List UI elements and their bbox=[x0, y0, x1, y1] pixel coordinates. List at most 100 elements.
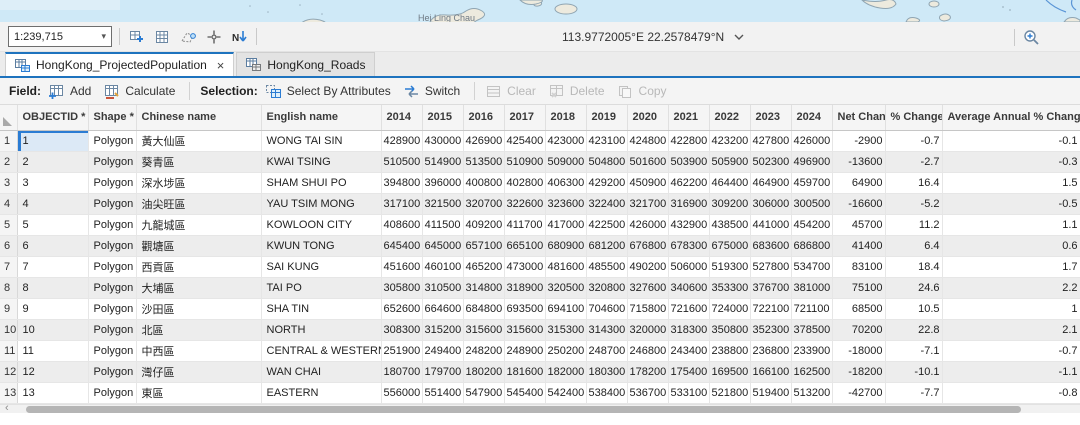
cell[interactable]: 中西區 bbox=[136, 340, 261, 361]
cell[interactable]: 536700 bbox=[627, 382, 668, 403]
cell[interactable]: 510900 bbox=[504, 151, 545, 172]
cell[interactable]: 175400 bbox=[668, 361, 709, 382]
cell[interactable]: 觀塘區 bbox=[136, 235, 261, 256]
scroll-left-icon[interactable]: ‹ bbox=[5, 402, 9, 414]
cell[interactable]: 1 bbox=[942, 298, 1080, 319]
cell[interactable]: 41400 bbox=[832, 235, 885, 256]
column-header[interactable]: % Change bbox=[885, 105, 942, 130]
cell[interactable]: CENTRAL & WESTERN bbox=[261, 340, 381, 361]
cell[interactable]: SHA TIN bbox=[261, 298, 381, 319]
cell[interactable]: TAI PO bbox=[261, 277, 381, 298]
cell[interactable]: 451600 bbox=[381, 256, 422, 277]
column-header[interactable]: 2020 bbox=[627, 105, 668, 130]
cell[interactable]: 169500 bbox=[709, 361, 750, 382]
map-scale-input[interactable]: 1:239,715 ▾ bbox=[8, 26, 112, 47]
cell[interactable]: Polygon bbox=[88, 382, 136, 403]
cell[interactable]: 1.5 bbox=[942, 172, 1080, 193]
cell[interactable]: -16600 bbox=[832, 193, 885, 214]
cell[interactable]: SAI KUNG bbox=[261, 256, 381, 277]
column-header[interactable]: English name bbox=[261, 105, 381, 130]
cell[interactable]: 652600 bbox=[381, 298, 422, 319]
cell[interactable]: Polygon bbox=[88, 298, 136, 319]
cell[interactable]: 664600 bbox=[422, 298, 463, 319]
cell[interactable]: 320000 bbox=[627, 319, 668, 340]
cell[interactable]: KOWLOON CITY bbox=[261, 214, 381, 235]
cell[interactable]: 721100 bbox=[791, 298, 832, 319]
cell[interactable]: Polygon bbox=[88, 277, 136, 298]
cell[interactable]: 309200 bbox=[709, 193, 750, 214]
cell[interactable]: SHAM SHUI PO bbox=[261, 172, 381, 193]
column-header[interactable]: 2023 bbox=[750, 105, 791, 130]
cell[interactable]: -0.1 bbox=[942, 130, 1080, 151]
cell[interactable]: 406300 bbox=[545, 172, 586, 193]
cell[interactable]: 0.6 bbox=[942, 235, 1080, 256]
cell[interactable]: 北區 bbox=[136, 319, 261, 340]
cell[interactable]: 496900 bbox=[791, 151, 832, 172]
cell[interactable]: 556000 bbox=[381, 382, 422, 403]
close-icon[interactable]: × bbox=[217, 58, 225, 73]
cell[interactable]: 308300 bbox=[381, 319, 422, 340]
cell[interactable]: 243400 bbox=[668, 340, 709, 361]
cell[interactable]: 10 bbox=[17, 319, 88, 340]
cell[interactable]: 油尖旺區 bbox=[136, 193, 261, 214]
cell[interactable]: 6.4 bbox=[885, 235, 942, 256]
cell[interactable]: 422800 bbox=[668, 130, 709, 151]
cell[interactable]: 429200 bbox=[586, 172, 627, 193]
cell[interactable]: 13 bbox=[17, 382, 88, 403]
cell[interactable]: 645400 bbox=[381, 235, 422, 256]
cell[interactable]: 547900 bbox=[463, 382, 504, 403]
cell[interactable]: 5 bbox=[17, 214, 88, 235]
cell[interactable]: -18000 bbox=[832, 340, 885, 361]
cell[interactable]: 519300 bbox=[709, 256, 750, 277]
column-header[interactable]: 2017 bbox=[504, 105, 545, 130]
column-header[interactable]: 2014 bbox=[381, 105, 422, 130]
row-selector[interactable]: 13 bbox=[0, 382, 17, 403]
copy-button[interactable]: Copy bbox=[617, 84, 667, 99]
row-selector[interactable]: 12 bbox=[0, 361, 17, 382]
cell[interactable]: -2900 bbox=[832, 130, 885, 151]
cell[interactable]: 473000 bbox=[504, 256, 545, 277]
cell[interactable]: Polygon bbox=[88, 193, 136, 214]
cell[interactable]: -7.1 bbox=[885, 340, 942, 361]
cell[interactable]: 665100 bbox=[504, 235, 545, 256]
cell[interactable]: Polygon bbox=[88, 130, 136, 151]
row-selector[interactable]: 3 bbox=[0, 172, 17, 193]
cell[interactable]: 321700 bbox=[627, 193, 668, 214]
cell[interactable]: 300500 bbox=[791, 193, 832, 214]
cell[interactable]: 423200 bbox=[709, 130, 750, 151]
cell[interactable]: 238800 bbox=[709, 340, 750, 361]
coordinates-chevron-icon[interactable] bbox=[734, 34, 744, 40]
cell[interactable]: 715800 bbox=[627, 298, 668, 319]
scrollbar-thumb[interactable] bbox=[26, 406, 1021, 413]
cell[interactable]: Polygon bbox=[88, 214, 136, 235]
cell[interactable]: 402800 bbox=[504, 172, 545, 193]
cell[interactable]: 315600 bbox=[463, 319, 504, 340]
cell[interactable]: 249400 bbox=[422, 340, 463, 361]
cell[interactable]: 236800 bbox=[750, 340, 791, 361]
cell[interactable]: Polygon bbox=[88, 151, 136, 172]
cell[interactable]: 519400 bbox=[750, 382, 791, 403]
cell[interactable]: WAN CHAI bbox=[261, 361, 381, 382]
cell[interactable]: 724000 bbox=[709, 298, 750, 319]
open-table-icon[interactable] bbox=[153, 28, 171, 46]
cell[interactable]: 350800 bbox=[709, 319, 750, 340]
cell[interactable]: Polygon bbox=[88, 361, 136, 382]
zoom-to-selection-icon[interactable] bbox=[1022, 28, 1040, 46]
cell[interactable]: 432900 bbox=[668, 214, 709, 235]
cell[interactable]: 315600 bbox=[504, 319, 545, 340]
cell[interactable]: 394800 bbox=[381, 172, 422, 193]
cell[interactable]: 68500 bbox=[832, 298, 885, 319]
cell[interactable]: Polygon bbox=[88, 319, 136, 340]
cell[interactable]: 317100 bbox=[381, 193, 422, 214]
cell[interactable]: 423100 bbox=[586, 130, 627, 151]
cell[interactable]: 233900 bbox=[791, 340, 832, 361]
cell[interactable]: Polygon bbox=[88, 172, 136, 193]
column-header[interactable]: 2018 bbox=[545, 105, 586, 130]
cell[interactable]: 248700 bbox=[586, 340, 627, 361]
cell[interactable]: 45700 bbox=[832, 214, 885, 235]
cell[interactable]: 534700 bbox=[791, 256, 832, 277]
cell[interactable]: 460100 bbox=[422, 256, 463, 277]
cell[interactable]: 426000 bbox=[627, 214, 668, 235]
cell[interactable]: 481600 bbox=[545, 256, 586, 277]
cell[interactable]: 8 bbox=[17, 277, 88, 298]
